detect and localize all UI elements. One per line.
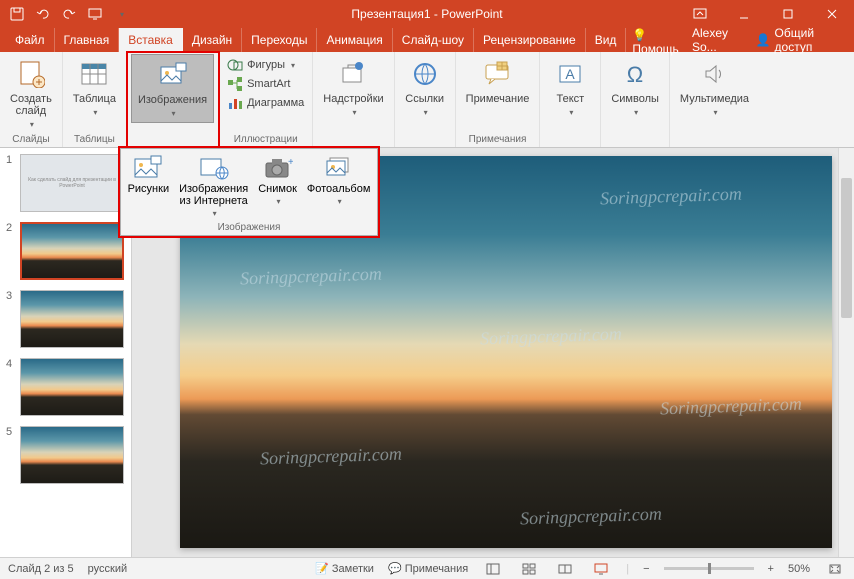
picture-icon	[133, 155, 163, 181]
group-illustrations: Фигуры SmartArt Диаграмма Иллюстрации	[219, 52, 313, 147]
tab-design[interactable]: Дизайн	[183, 28, 242, 52]
group-comments: Примечание Примечания	[456, 52, 541, 147]
vertical-scrollbar[interactable]	[838, 148, 854, 557]
album-icon	[324, 155, 354, 181]
tab-help[interactable]: 💡Помощь	[626, 28, 692, 52]
ribbon-display-options[interactable]	[678, 0, 722, 28]
zoom-out-button[interactable]: −	[643, 563, 649, 575]
window-controls	[678, 0, 854, 28]
notes-button[interactable]: 📝 Заметки	[315, 562, 374, 575]
screenshot-button[interactable]: +Снимок	[253, 153, 302, 208]
lightbulb-icon: 💡	[632, 28, 647, 42]
shapes-icon	[227, 57, 243, 73]
tab-review[interactable]: Рецензирование	[474, 28, 586, 52]
images-dropdown: Рисунки Изображения из Интернета +Снимок…	[120, 148, 378, 236]
comment-button[interactable]: Примечание	[460, 54, 536, 109]
symbols-button[interactable]: ΩСимволы	[605, 54, 665, 121]
group-slides: Создать слайд Слайды	[0, 52, 63, 147]
status-bar: Слайд 2 из 5 русский 📝 Заметки 💬 Примеча…	[0, 557, 854, 579]
tab-file[interactable]: Файл	[6, 28, 55, 52]
undo-button[interactable]	[32, 3, 54, 25]
media-button[interactable]: Мультимедиа	[674, 54, 755, 121]
qat-customize[interactable]	[110, 3, 132, 25]
share-icon: 👤	[756, 33, 771, 47]
slideshow-view-button[interactable]	[590, 560, 612, 578]
group-symbols: ΩСимволы	[601, 52, 670, 147]
normal-view-button[interactable]	[482, 560, 504, 578]
scrollbar-thumb[interactable]	[841, 178, 852, 318]
textbox-icon: A	[554, 58, 586, 90]
zoom-level[interactable]: 50%	[788, 563, 810, 575]
zoom-in-button[interactable]: +	[768, 563, 774, 575]
tab-slideshow[interactable]: Слайд-шоу	[393, 28, 474, 52]
new-slide-icon	[15, 58, 47, 90]
online-picture-icon	[199, 155, 229, 181]
comments-button[interactable]: 💬 Примечания	[388, 562, 468, 575]
slide-thumbnails-panel[interactable]: 1Как сделать слайд для презентации в Pow…	[0, 148, 132, 557]
online-pictures-button[interactable]: Изображения из Интернета	[174, 153, 253, 220]
tab-animations[interactable]: Анимация	[317, 28, 392, 52]
pictures-icon	[157, 59, 189, 91]
group-text: AТекст	[540, 52, 601, 147]
pictures-from-file-button[interactable]: Рисунки	[123, 153, 175, 197]
group-images: Изображения Изображения	[127, 52, 219, 147]
shapes-button[interactable]: Фигуры	[223, 56, 308, 74]
tab-insert[interactable]: Вставка	[119, 28, 183, 52]
addins-icon	[337, 58, 369, 90]
start-slideshow-button[interactable]	[84, 3, 106, 25]
reading-view-button[interactable]	[554, 560, 576, 578]
tab-transitions[interactable]: Переходы	[242, 28, 317, 52]
thumbnail-3[interactable]: 3	[6, 290, 125, 348]
svg-text:A: A	[566, 66, 576, 82]
thumbnail-4[interactable]: 4	[6, 358, 125, 416]
smartart-button[interactable]: SmartArt	[223, 75, 308, 93]
thumbnail-5[interactable]: 5	[6, 426, 125, 484]
redo-button[interactable]	[58, 3, 80, 25]
omega-icon: Ω	[619, 58, 651, 90]
slide-counter: Слайд 2 из 5	[8, 563, 74, 575]
share-button[interactable]: 👤Общий доступ	[756, 26, 842, 54]
new-slide-label: Создать слайд	[10, 93, 52, 117]
window-title: Презентация1 - PowerPoint	[351, 7, 502, 21]
close-button[interactable]	[810, 0, 854, 28]
ribbon-tabs: Файл Главная Вставка Дизайн Переходы Ани…	[0, 28, 854, 52]
photo-album-button[interactable]: Фотоальбом	[302, 153, 376, 208]
zoom-slider[interactable]	[664, 567, 754, 570]
table-button[interactable]: Таблица	[67, 54, 122, 121]
links-button[interactable]: Ссылки	[399, 54, 451, 121]
comment-icon	[481, 58, 513, 90]
save-button[interactable]	[6, 3, 28, 25]
svg-text:+: +	[288, 157, 293, 168]
chart-button[interactable]: Диаграмма	[223, 94, 308, 112]
title-bar: Презентация1 - PowerPoint	[0, 0, 854, 28]
fit-to-window-button[interactable]	[824, 560, 846, 578]
group-media: Мультимедиа	[670, 52, 759, 147]
new-slide-button[interactable]: Создать слайд	[4, 54, 58, 133]
account-name[interactable]: Alexey So...	[692, 26, 748, 54]
quick-access-toolbar	[0, 3, 138, 25]
smartart-icon	[227, 76, 243, 92]
camera-icon: +	[263, 155, 293, 181]
svg-text:Ω: Ω	[627, 62, 643, 87]
thumbnail-2[interactable]: 2	[6, 222, 125, 280]
ribbon-insert: Создать слайд Слайды Таблица Таблицы Изо…	[0, 52, 854, 148]
sorter-view-button[interactable]	[518, 560, 540, 578]
group-tables: Таблица Таблицы	[63, 52, 127, 147]
maximize-button[interactable]	[766, 0, 810, 28]
text-button[interactable]: AТекст	[544, 54, 596, 121]
link-icon	[409, 58, 441, 90]
chart-icon	[227, 95, 243, 111]
group-addins: Надстройки	[313, 52, 394, 147]
addins-button[interactable]: Надстройки	[317, 54, 389, 121]
minimize-button[interactable]	[722, 0, 766, 28]
group-links: Ссылки	[395, 52, 456, 147]
thumbnail-1[interactable]: 1Как сделать слайд для презентации в Pow…	[6, 154, 125, 212]
tab-home[interactable]: Главная	[55, 28, 120, 52]
language-indicator[interactable]: русский	[88, 563, 127, 575]
tab-view[interactable]: Вид	[586, 28, 627, 52]
table-icon	[78, 58, 110, 90]
images-button[interactable]: Изображения	[131, 54, 214, 123]
speaker-icon	[698, 58, 730, 90]
